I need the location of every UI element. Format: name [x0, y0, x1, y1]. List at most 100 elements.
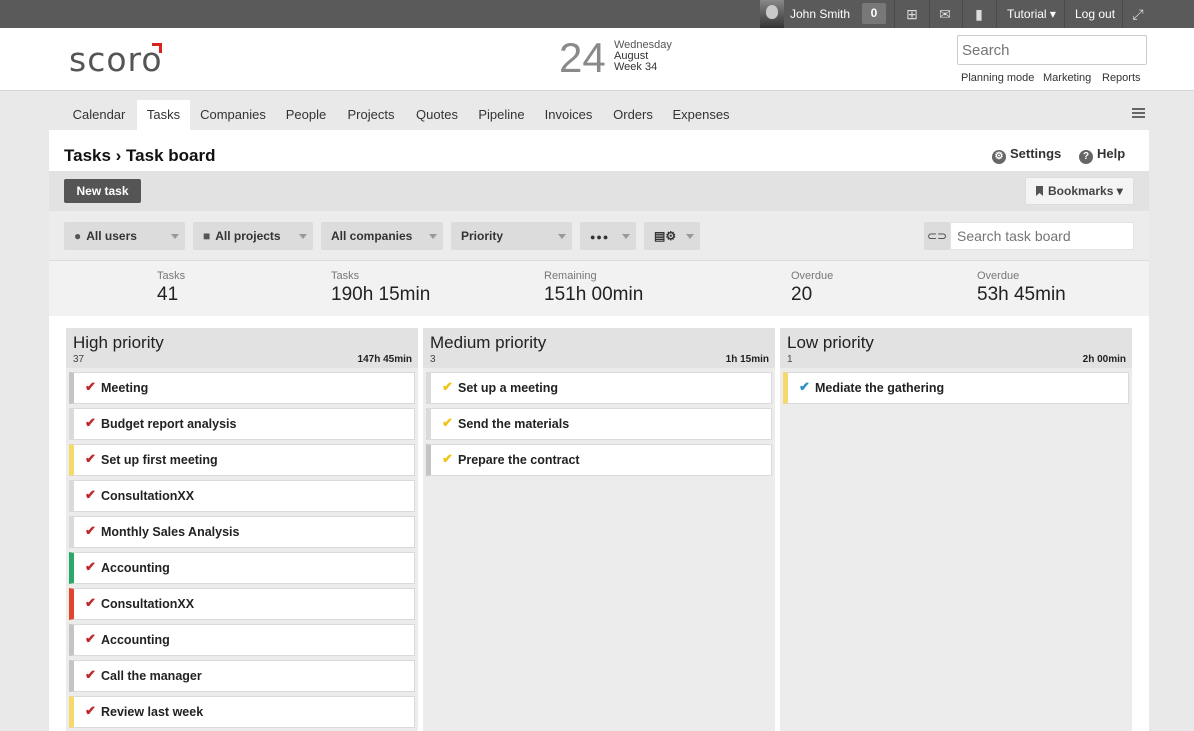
link-icon[interactable]: ⊂⊃ [924, 222, 950, 250]
companies-filter[interactable]: All companies [321, 222, 443, 250]
task-card[interactable]: ✔ Mediate the gathering [783, 372, 1129, 404]
top-bar: John Smith 0 ⊞ ✉ ▮ Tutorial ▾ Log out ⤢ [0, 0, 1194, 28]
more-filter[interactable]: ●●● [580, 222, 636, 250]
logout-link[interactable]: Log out [1075, 7, 1115, 21]
tab-projects[interactable]: Projects [341, 100, 401, 130]
task-card[interactable]: ✔ ConsultationXX [69, 588, 415, 620]
column-medium-priority: Medium priority 3 1h 15min ✔ Set up a mee… [423, 328, 775, 731]
task-complete-check-icon[interactable]: ✔ [85, 667, 96, 683]
tab-pipeline[interactable]: Pipeline [474, 100, 529, 130]
stats-bar: Tasks 41 Tasks 190h 15min Remaining 151h… [49, 261, 1149, 316]
task-card[interactable]: ✔ Monthly Sales Analysis [69, 516, 415, 548]
tab-orders[interactable]: Orders [608, 100, 658, 130]
tab-companies[interactable]: Companies [196, 100, 270, 130]
task-card-title: ConsultationXX [101, 489, 195, 503]
new-task-button[interactable]: New task [64, 179, 141, 203]
chevron-down-icon [171, 234, 179, 239]
mail-icon[interactable]: ✉ [936, 5, 954, 23]
task-complete-check-icon[interactable]: ✔ [442, 415, 453, 431]
tutorial-menu[interactable]: Tutorial ▾ [1007, 7, 1056, 21]
task-complete-check-icon[interactable]: ✔ [85, 631, 96, 647]
stat-value: 53h 45min [977, 284, 1066, 305]
gear-icon: ⚙ [992, 150, 1006, 164]
column-header: High priority 37 147h 45min [66, 328, 418, 368]
view-settings-filter[interactable]: ▤⚙ [644, 222, 700, 250]
task-complete-check-icon[interactable]: ✔ [85, 559, 96, 575]
chevron-down-icon [299, 234, 307, 239]
tab-people[interactable]: People [280, 100, 332, 130]
task-complete-check-icon[interactable]: ✔ [85, 487, 96, 503]
expand-icon[interactable]: ⤢ [1129, 5, 1147, 23]
task-card[interactable]: ✔ Send the materials [426, 408, 772, 440]
task-card[interactable]: ✔ Set up a meeting [426, 372, 772, 404]
task-card-title: Mediate the gathering [815, 381, 945, 395]
marketing-link[interactable]: Marketing [1043, 72, 1091, 84]
users-filter[interactable]: ● All users [64, 222, 185, 250]
task-complete-check-icon[interactable]: ✔ [85, 703, 96, 719]
user-icon: ● [74, 229, 82, 243]
global-search-input[interactable] [957, 35, 1147, 65]
stat-overdue-time: Overdue 53h 45min [977, 270, 1066, 306]
task-complete-check-icon[interactable]: ✔ [85, 523, 96, 539]
task-card[interactable]: ✔ Set up first meeting [69, 444, 415, 476]
main-nav: Calendar Tasks Companies People Projects… [0, 96, 1194, 130]
more-dots-icon: ●●● [590, 232, 610, 242]
task-card[interactable]: ✔ ConsultationXX [69, 480, 415, 512]
divider [929, 0, 930, 28]
task-card-title: Prepare the contract [458, 453, 580, 467]
help-icon: ? [1079, 150, 1093, 164]
chevron-down-icon [558, 234, 566, 239]
reports-link[interactable]: Reports [1102, 72, 1141, 84]
column-count: 37 [73, 354, 85, 365]
filter-bar: ● All users ■ All projects All companies P… [49, 211, 1149, 261]
task-card[interactable]: ✔ Accounting [69, 624, 415, 656]
task-card[interactable]: ✔ Accounting [69, 552, 415, 584]
table-settings-icon: ▤⚙ [654, 229, 677, 243]
logo-mark-icon [152, 43, 162, 53]
task-card-title: Accounting [101, 561, 170, 575]
task-complete-check-icon[interactable]: ✔ [85, 595, 96, 611]
projects-filter[interactable]: ■ All projects [193, 222, 313, 250]
tab-expenses[interactable]: Expenses [669, 100, 733, 130]
hamburger-menu-icon[interactable] [1132, 108, 1145, 118]
task-card-title: Monthly Sales Analysis [101, 525, 240, 539]
task-board-search-input[interactable] [950, 222, 1134, 250]
add-icon[interactable]: ⊞ [903, 5, 921, 23]
task-complete-check-icon[interactable]: ✔ [85, 451, 96, 467]
scoro-logo[interactable]: scoro [69, 40, 163, 79]
page-title: Tasks › Task board [64, 146, 216, 165]
task-card[interactable]: ✔ Call the manager [69, 660, 415, 692]
column-total: 2h 00min [1082, 354, 1126, 365]
task-complete-check-icon[interactable]: ✔ [799, 379, 810, 395]
task-complete-check-icon[interactable]: ✔ [442, 451, 453, 467]
task-complete-check-icon[interactable]: ✔ [85, 379, 96, 395]
chevron-down-icon [429, 234, 437, 239]
briefcase-icon: ■ [203, 229, 211, 243]
user-avatar[interactable] [760, 0, 784, 28]
stat-value: 20 [791, 284, 813, 305]
task-card[interactable]: ✔ Review last week [69, 696, 415, 728]
task-complete-check-icon[interactable]: ✔ [85, 415, 96, 431]
bookmark-icon[interactable]: ▮ [970, 5, 988, 23]
help-button[interactable]: ? Help [1079, 146, 1125, 164]
tab-invoices[interactable]: Invoices [540, 100, 597, 130]
task-card[interactable]: ✔ Meeting [69, 372, 415, 404]
notification-count-button[interactable]: 0 [862, 3, 886, 24]
tab-quotes[interactable]: Quotes [411, 100, 463, 130]
planning-mode-link[interactable]: Planning mode [961, 72, 1034, 84]
stat-label: Overdue [977, 270, 1020, 282]
task-card[interactable]: ✔ Budget report analysis [69, 408, 415, 440]
tab-calendar[interactable]: Calendar [66, 100, 132, 130]
task-complete-check-icon[interactable]: ✔ [442, 379, 453, 395]
user-name[interactable]: John Smith [790, 7, 850, 21]
task-card-title: Call the manager [101, 669, 202, 683]
tab-tasks[interactable]: Tasks [137, 100, 190, 130]
priority-filter[interactable]: Priority [451, 222, 572, 250]
settings-button[interactable]: ⚙ Settings [992, 146, 1061, 164]
bookmarks-button[interactable]: Bookmarks ▾ [1025, 177, 1134, 205]
settings-label: Settings [1010, 146, 1062, 161]
task-card-title: Set up a meeting [458, 381, 559, 395]
task-card[interactable]: ✔ Prepare the contract [426, 444, 772, 476]
divider [996, 0, 997, 28]
column-header: Medium priority 3 1h 15min [423, 328, 775, 368]
